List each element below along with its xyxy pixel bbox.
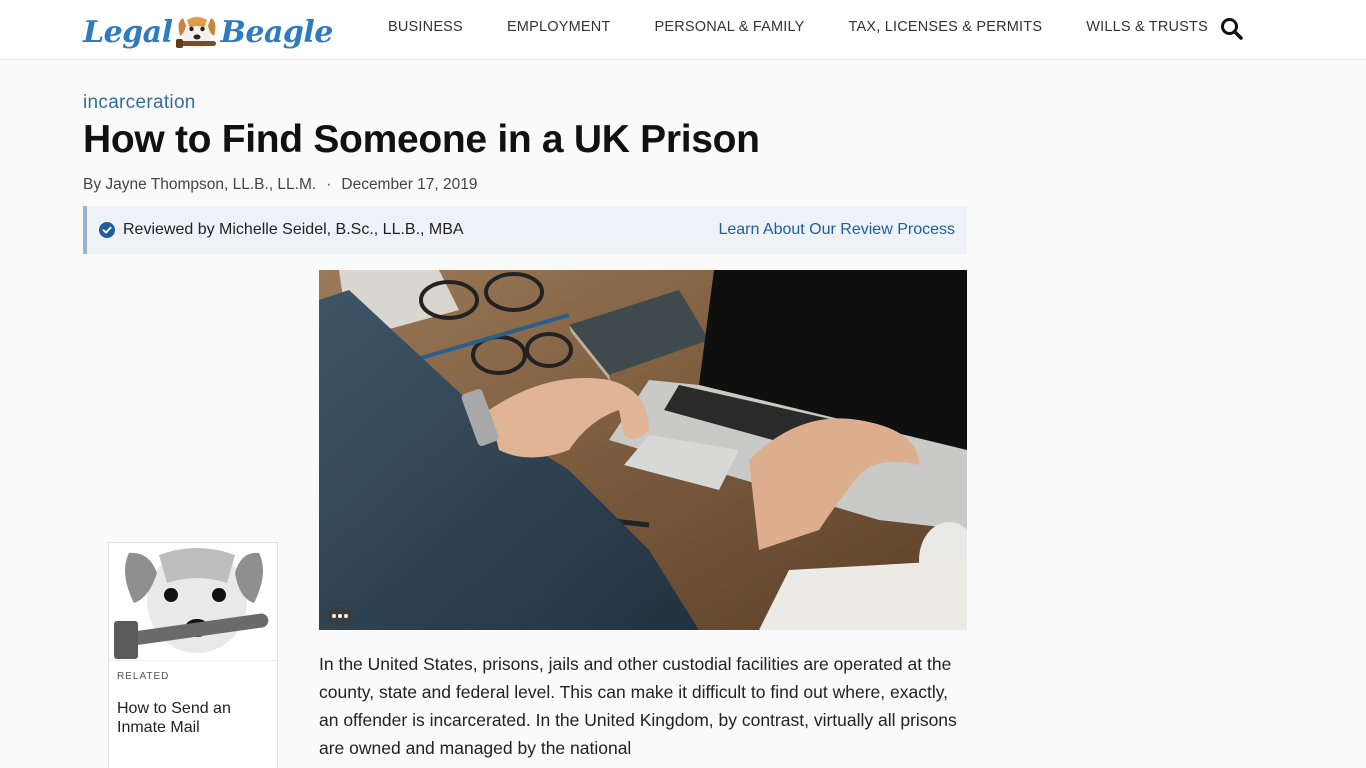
related-label: RELATED	[117, 671, 170, 682]
related-article-title[interactable]: How to Send an Inmate Mail	[117, 699, 267, 737]
nav-business[interactable]: BUSINESS	[388, 19, 463, 35]
nav-employment[interactable]: EMPLOYMENT	[507, 19, 611, 35]
byline: By Jayne Thompson, LL.B., LL.M. · Decemb…	[83, 176, 478, 194]
site-logo[interactable]: Legal Beagle	[83, 10, 333, 54]
category-link[interactable]: incarceration	[83, 92, 196, 114]
review-process-link[interactable]: Learn About Our Review Process	[718, 221, 955, 239]
beagle-mascot-icon	[109, 543, 277, 660]
review-banner: Reviewed by Michelle Seidel, B.Sc., LL.B…	[83, 206, 967, 254]
search-icon[interactable]	[1219, 16, 1245, 42]
nav-tax-licenses-permits[interactable]: TAX, LICENSES & PERMITS	[849, 19, 1043, 35]
byline-separator: ·	[326, 176, 332, 193]
beagle-logo-icon	[175, 16, 216, 48]
logo-text-right: Beagle	[220, 14, 334, 50]
page-title: How to Find Someone in a UK Prison	[83, 118, 760, 161]
verified-check-icon	[99, 222, 115, 238]
reviewed-by-text: Reviewed by Michelle Seidel, B.Sc., LL.B…	[123, 221, 464, 238]
nav-wills-trusts[interactable]: WILLS & TRUSTS	[1086, 19, 1208, 35]
hero-photo-illustration	[319, 270, 967, 630]
hero-image	[319, 270, 967, 630]
related-thumbnail	[109, 543, 277, 661]
publish-date: December 17, 2019	[341, 176, 478, 193]
logo-text-left: Legal	[83, 14, 173, 50]
site-header: Legal Beagle BUSINESS EMPLOYMENT PERSONA…	[0, 0, 1366, 60]
image-more-button[interactable]	[327, 607, 353, 625]
related-card[interactable]: RELATED How to Send an Inmate Mail	[108, 542, 278, 768]
main-nav: BUSINESS EMPLOYMENT PERSONAL & FAMILY TA…	[388, 19, 1208, 35]
author-name: By Jayne Thompson, LL.B., LL.M.	[83, 176, 317, 193]
nav-personal-family[interactable]: PERSONAL & FAMILY	[654, 19, 804, 35]
article-body-paragraph: In the United States, prisons, jails and…	[319, 654, 957, 758]
